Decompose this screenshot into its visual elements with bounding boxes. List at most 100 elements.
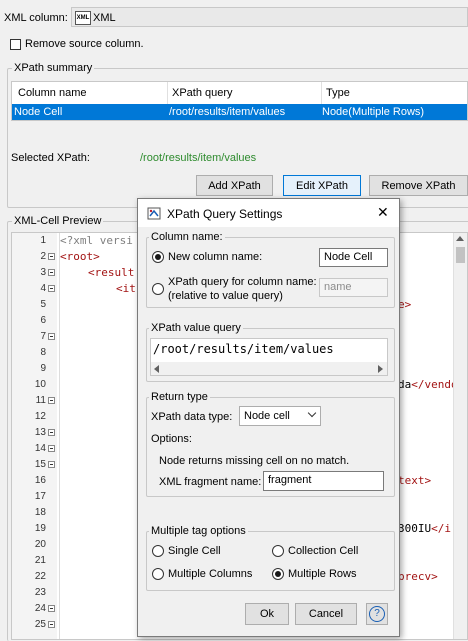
code-line-22-tail: precv> [398,570,438,583]
code-line-19-tail: 300IU</i [398,522,451,535]
scroll-right-icon[interactable] [378,365,383,373]
line-number: 17 [34,491,46,502]
new-column-name-field[interactable]: Node Cell [319,248,388,267]
options-label: Options: [151,433,192,445]
scrollbar-thumb[interactable] [456,247,465,263]
multiple-rows-label: Multiple Rows [288,568,357,580]
edit-xpath-button[interactable]: Edit XPath [283,175,361,196]
dialog-app-icon [147,207,161,220]
data-type-select[interactable]: Node cell [239,406,321,426]
dialog-titlebar: XPath Query Settings ✕ [138,199,399,227]
help-icon: ? [369,606,385,622]
collection-cell-label: Collection Cell [288,545,359,557]
line-number: 24 [34,603,46,614]
chevron-down-icon [307,408,317,418]
new-column-radio[interactable] [152,251,164,263]
line-number: 11 [35,395,46,406]
line-number: 8 [40,347,46,358]
line-number: 1 [40,235,46,246]
multiple-columns-radio[interactable] [152,568,164,580]
xpath-table-header: Column name XPath query Type [12,82,467,105]
line-number: 19 [34,523,46,534]
ok-button[interactable]: Ok [245,603,289,625]
return-type-group-title: Return type [149,391,210,403]
xpath-query-settings-dialog: XPath Query Settings ✕ Column name: New … [137,198,400,637]
xpath-column-label: XPath query for column name: [168,276,317,288]
line-number: 21 [34,555,46,566]
line-number: 23 [34,587,46,598]
xml-column-value: XML [93,12,116,24]
code-line-16-tail: text> [398,474,432,487]
col-header-type[interactable]: Type [326,87,350,99]
line-number: 5 [40,299,46,310]
new-column-label: New column name: [168,251,263,263]
column-name-group-title: Column name: [149,231,225,243]
row-name: Node Cell [14,106,63,118]
code-line-1: <?xml versi [60,234,133,247]
xml-column-label: XML column: [4,12,68,24]
line-number: 6 [40,315,46,326]
line-number: 18 [34,507,46,518]
line-number: 16 [34,475,46,486]
code-line-4: <it [116,282,136,295]
fold-toggle-icon[interactable] [48,285,55,292]
line-number: 15 [34,459,46,470]
fold-toggle-icon[interactable] [48,397,55,404]
fragment-name-field[interactable]: fragment [263,471,384,491]
scroll-left-icon[interactable] [154,365,159,373]
fold-toggle-icon[interactable] [48,333,55,340]
xml-column-select[interactable]: XML XML [71,7,468,27]
col-header-query[interactable]: XPath query [172,87,233,99]
fold-toggle-icon[interactable] [48,269,55,276]
remove-source-checkbox[interactable] [10,39,21,50]
code-line-3: <result [88,266,135,279]
fold-toggle-icon[interactable] [48,621,55,628]
data-type-value: Node cell [244,410,290,422]
table-row[interactable]: Node Cell /root/results/item/values Node… [12,104,467,120]
line-number: 7 [40,331,46,342]
fold-toggle-icon[interactable] [48,253,55,260]
fold-toggle-icon[interactable] [48,461,55,468]
remove-source-label: Remove source column. [25,38,144,50]
code-tag: </i [431,522,451,535]
code-line-2: <root> [60,250,100,263]
xpath-column-sublabel: (relative to value query) [168,290,283,302]
collection-cell-radio[interactable] [272,545,284,557]
single-cell-label: Single Cell [168,545,221,557]
selected-xpath-label: Selected XPath: [11,152,90,164]
cancel-button[interactable]: Cancel [295,603,357,625]
xml-preview-title: XML-Cell Preview [12,215,104,227]
vertical-scrollbar[interactable] [453,233,467,639]
multiple-rows-radio[interactable] [272,568,284,580]
selected-xpath-value: /root/results/item/values [140,152,257,164]
row-type: Node(Multiple Rows) [322,106,425,118]
multiple-tag-group [146,531,395,591]
line-number: 22 [34,571,46,582]
fold-toggle-icon[interactable] [48,429,55,436]
code-tag: </vendo [411,378,458,391]
dialog-title: XPath Query Settings [167,207,283,221]
close-icon[interactable]: ✕ [377,204,389,221]
add-xpath-button[interactable]: Add XPath [196,175,273,196]
line-number: 10 [34,379,46,390]
line-number: 25 [34,619,46,630]
fragment-name-label: XML fragment name: [159,476,262,488]
data-type-label: XPath data type: [151,411,233,423]
line-number: 9 [40,363,46,374]
code-text: 300IU [398,522,432,535]
multiple-columns-label: Multiple Columns [168,568,253,580]
single-cell-radio[interactable] [152,545,164,557]
remove-xpath-button[interactable]: Remove XPath [369,175,468,196]
scroll-up-icon[interactable] [456,236,464,241]
help-button[interactable]: ? [366,603,388,625]
fold-toggle-icon[interactable] [48,605,55,612]
row-query: /root/results/item/values [169,106,286,118]
xpath-column-radio[interactable] [152,283,164,295]
value-query-editor[interactable]: /root/results/item/values [150,338,388,376]
fold-toggle-icon[interactable] [48,445,55,452]
xpath-column-name-field[interactable]: name [319,278,388,297]
col-header-name[interactable]: Column name [18,87,86,99]
line-number: 2 [40,251,46,262]
horizontal-scrollbar[interactable] [151,362,387,375]
xpath-table: Column name XPath query Type Node Cell /… [11,81,468,121]
